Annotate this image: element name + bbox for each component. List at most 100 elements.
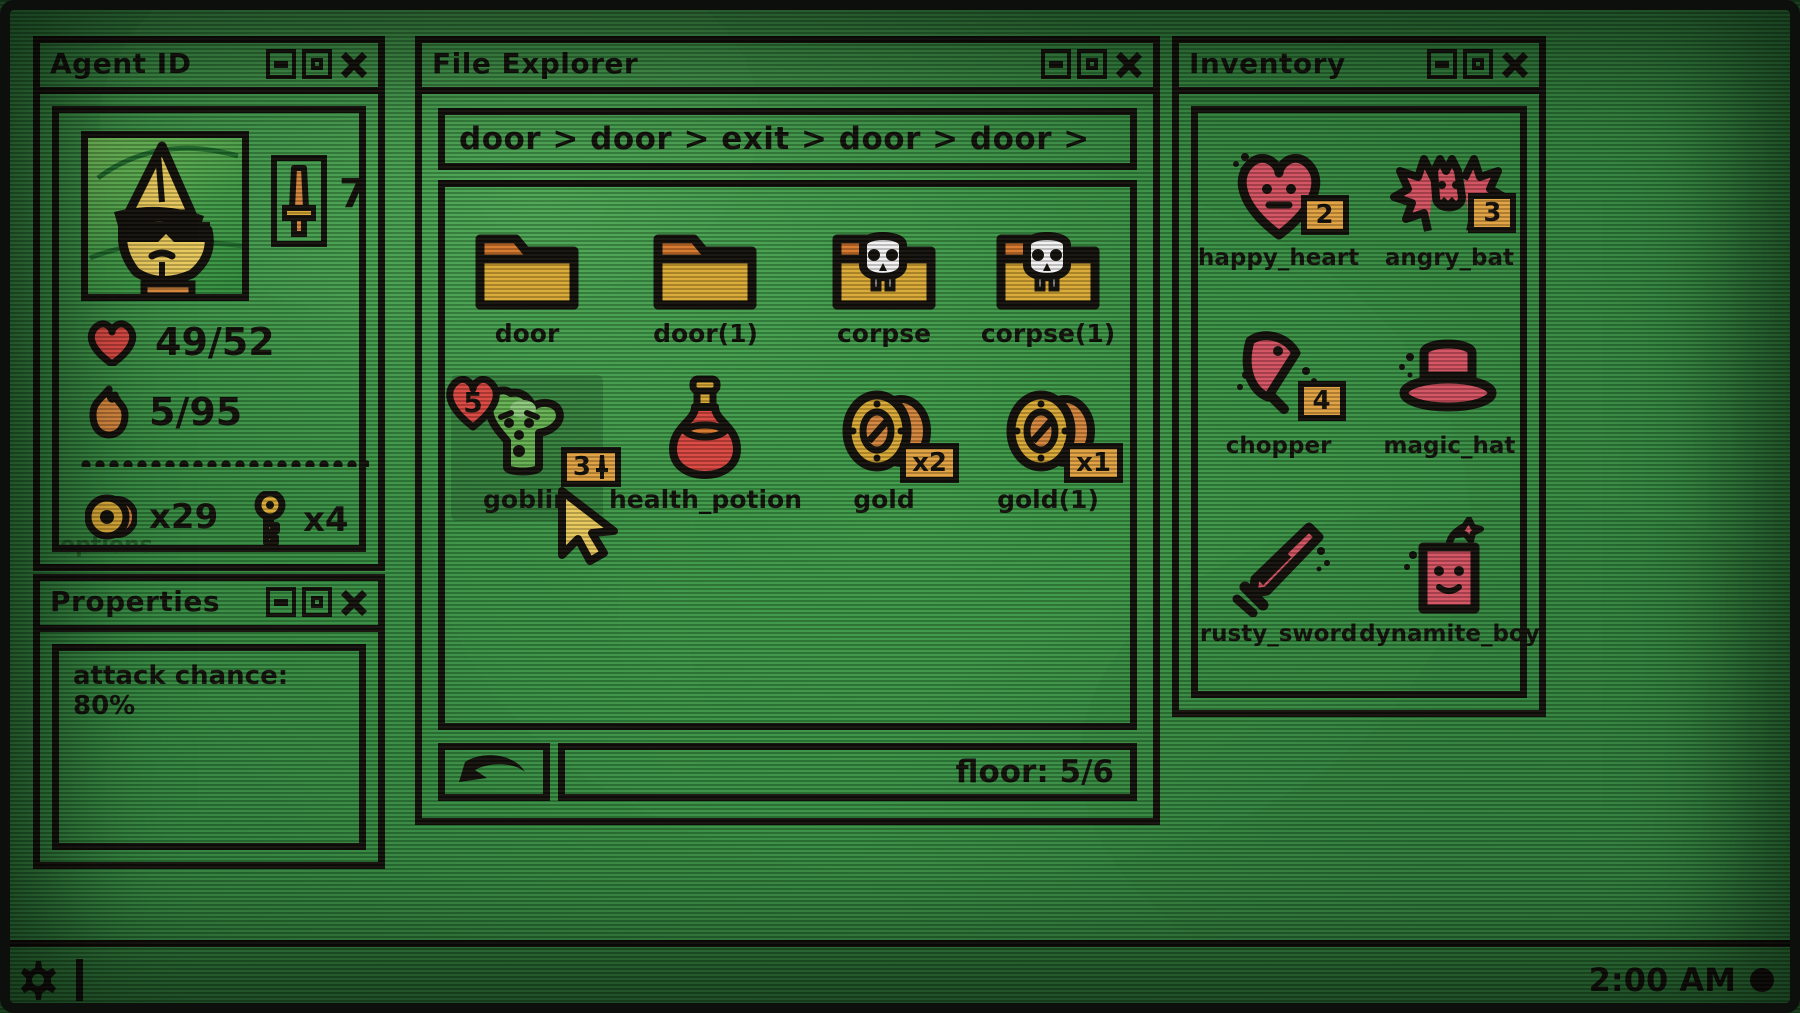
folder-icon xyxy=(474,213,580,313)
file-label: corpse(1) xyxy=(980,319,1116,348)
file-explorer-window-buttons xyxy=(1041,49,1153,81)
titlebar-filler xyxy=(199,50,258,80)
properties-body: attack chance: 80% xyxy=(52,644,366,850)
agent-id-frame: Agent ID 7 49/52 5/95 x29 x4 xyxy=(33,36,385,571)
file-item-door-1[interactable]: door(1) xyxy=(609,213,802,365)
back-button[interactable] xyxy=(438,743,550,801)
coin-icon xyxy=(85,494,137,540)
minimize-button[interactable] xyxy=(1041,49,1071,79)
happy-heart-icon: 2 xyxy=(1223,131,1349,241)
mouse-cursor-icon xyxy=(558,487,618,565)
inventory-grid: 2 happy_heart 3 angry_bat 4 chopper magi… xyxy=(1198,131,1540,677)
inventory-item-angry-bat[interactable]: 3 angry_bat xyxy=(1359,131,1540,301)
agent-id-titlebar[interactable]: Agent ID xyxy=(40,43,378,94)
rusty-sword-icon xyxy=(1223,507,1335,617)
dynamite-boy-icon xyxy=(1393,507,1505,617)
inventory-body: 2 happy_heart 3 angry_bat 4 chopper magi… xyxy=(1191,106,1540,698)
file-item-gold-1[interactable]: x1 gold(1) xyxy=(966,379,1130,531)
file-label: corpse xyxy=(836,319,932,348)
key-icon xyxy=(254,491,286,546)
maximize-button[interactable] xyxy=(302,587,332,617)
file-item-health-potion[interactable]: health_potion xyxy=(608,375,802,531)
taskbar: 2:00 AM xyxy=(0,940,1800,1013)
item-count-badge: 3 xyxy=(1468,193,1517,233)
property-line: attack chance: 80% xyxy=(73,661,289,721)
keys-value: x4 xyxy=(303,500,349,540)
inventory-titlebar[interactable]: Inventory xyxy=(1179,43,1539,94)
inventory-window[interactable]: Inventory 2 happy_heart 3 angry_bat 4 ch… xyxy=(1172,36,1546,717)
agent-id-window[interactable]: Agent ID 7 49/52 5/95 x29 x4 xyxy=(33,36,385,571)
attack-value: 7 xyxy=(339,171,367,217)
gold-coins-icon: x1 xyxy=(993,379,1123,483)
heart-icon xyxy=(87,320,137,366)
file-item-corpse[interactable]: corpse xyxy=(802,213,966,365)
properties-frame: Properties attack chance: 80% xyxy=(33,574,385,869)
inventory-item-chopper[interactable]: 4 chopper xyxy=(1198,319,1359,489)
folder-icon xyxy=(652,213,758,313)
inventory-item-label: angry_bat xyxy=(1384,245,1515,271)
magic-hat-icon xyxy=(1394,319,1504,429)
chopper-icon: 4 xyxy=(1224,319,1346,429)
file-grid: door door(1) corpse corpse(1) 5 3 goblin… xyxy=(445,213,1130,531)
minimize-button[interactable] xyxy=(1427,49,1457,79)
goblin-health-badge: 5 xyxy=(441,373,505,431)
properties-window[interactable]: Properties attack chance: 80% xyxy=(33,574,385,869)
inventory-item-label: rusty_sword xyxy=(1199,621,1358,647)
file-label: door xyxy=(494,319,560,348)
file-explorer-footer: floor: 5/6 xyxy=(438,742,1137,802)
sword-icon xyxy=(595,455,608,479)
inventory-item-label: magic_hat xyxy=(1383,433,1516,459)
goblin-icon: 5 3 xyxy=(446,375,621,487)
inventory-item-label: chopper xyxy=(1225,433,1332,459)
maximize-button[interactable] xyxy=(302,49,332,79)
power-dot-icon xyxy=(1750,968,1774,992)
goblin-attack-value: 3 xyxy=(572,452,591,482)
file-explorer-window[interactable]: File Explorer door > door > exit > door … xyxy=(415,36,1160,825)
breadcrumb[interactable]: door > door > exit > door > door > xyxy=(438,108,1137,170)
folder-skull-icon xyxy=(831,213,937,313)
file-explorer-body: door > door > exit > door > door > door xyxy=(422,94,1153,818)
minimize-button[interactable] xyxy=(266,587,296,617)
close-button[interactable] xyxy=(1113,49,1145,81)
inventory-window-buttons xyxy=(1427,49,1539,81)
file-item-gold[interactable]: x2 gold xyxy=(802,379,966,531)
gold-count-badge: x2 xyxy=(900,443,959,483)
file-label: gold xyxy=(853,485,915,514)
close-button[interactable] xyxy=(1499,49,1531,81)
file-label: health_potion xyxy=(608,485,802,514)
file-explorer-title: File Explorer xyxy=(432,46,639,80)
flame-icon xyxy=(89,385,129,439)
inventory-title: Inventory xyxy=(1189,46,1346,80)
clock: 2:00 AM xyxy=(1588,961,1736,999)
floor-indicator: floor: 5/6 xyxy=(558,743,1137,801)
file-explorer-titlebar[interactable]: File Explorer xyxy=(422,43,1153,94)
file-item-corpse-1[interactable]: corpse(1) xyxy=(966,213,1130,365)
maximize-button[interactable] xyxy=(1077,49,1107,79)
health-stat-row: 49/52 xyxy=(85,318,275,366)
titlebar-filler xyxy=(228,588,258,618)
inventory-frame: Inventory 2 happy_heart 3 angry_bat 4 ch… xyxy=(1172,36,1546,717)
file-label: door(1) xyxy=(653,319,758,348)
agent-id-body: 7 49/52 5/95 x29 x4 xyxy=(52,106,369,552)
mana-stat-row: 5/95 xyxy=(85,385,242,439)
gear-icon[interactable] xyxy=(14,958,58,1002)
gold-coins-icon: x2 xyxy=(829,379,959,483)
properties-titlebar[interactable]: Properties xyxy=(40,581,378,632)
agent-id-title: Agent ID xyxy=(50,46,192,80)
angry-bat-icon: 3 xyxy=(1390,131,1517,241)
file-item-door[interactable]: door xyxy=(445,213,609,365)
inventory-item-rusty-sword[interactable]: rusty_sword xyxy=(1198,507,1359,677)
close-button[interactable] xyxy=(338,49,370,81)
titlebar-filler xyxy=(646,50,1033,80)
item-count-badge: 4 xyxy=(1297,381,1346,421)
inventory-item-happy-heart[interactable]: 2 happy_heart xyxy=(1198,131,1359,301)
inventory-item-magic-hat[interactable]: magic_hat xyxy=(1359,319,1540,489)
close-button[interactable] xyxy=(338,587,370,619)
minimize-button[interactable] xyxy=(266,49,296,79)
maximize-button[interactable] xyxy=(1463,49,1493,79)
file-list-panel: door door(1) corpse corpse(1) 5 3 goblin… xyxy=(438,180,1137,730)
titlebar-filler xyxy=(1354,50,1419,80)
inventory-item-dynamite-boy[interactable]: dynamite_boy xyxy=(1359,507,1540,677)
sword-icon xyxy=(282,165,316,237)
agent-id-window-buttons xyxy=(266,49,378,81)
